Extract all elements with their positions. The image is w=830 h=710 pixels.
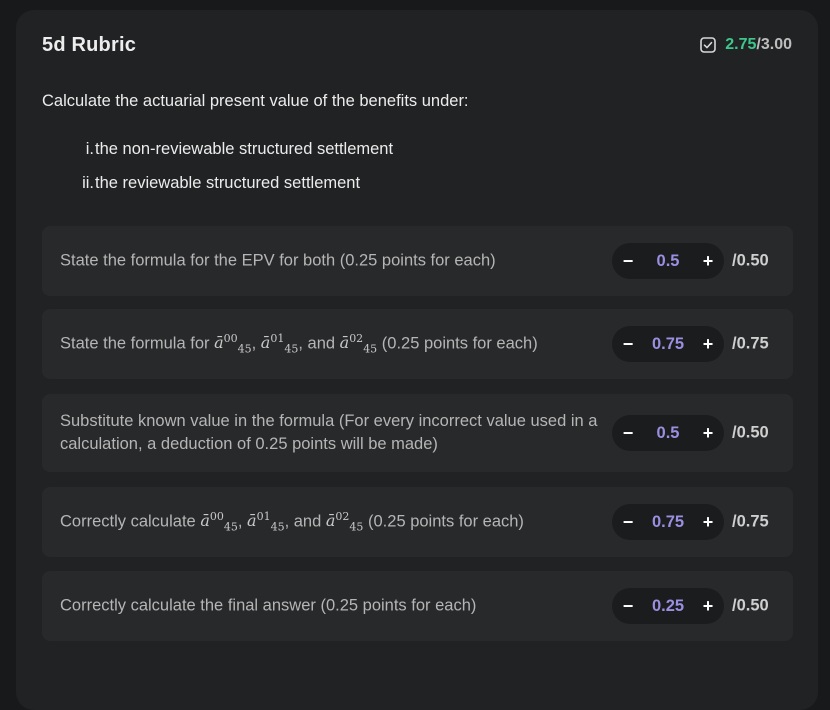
math-symbol: ā [247, 511, 257, 531]
math-superscript: 01 [270, 332, 285, 346]
math-superscript: 02 [335, 510, 350, 524]
rubric-card: 5d Rubric 2.75/3.00 Calculate the actuar… [16, 10, 818, 710]
question-prompt: Calculate the actuarial present value of… [42, 92, 469, 110]
math-subscript: 45 [223, 520, 238, 534]
math-superscript: 00 [209, 510, 224, 524]
score-stepper: − 0.75 + [612, 504, 724, 540]
criterion-score-value: 0.75 [651, 334, 685, 353]
math-a02: ā0245 [325, 510, 364, 534]
math-subscript: 45 [349, 520, 364, 534]
criterion-max: /0.75 [732, 334, 769, 353]
criterion-text: Correctly calculate the final answer (0.… [60, 596, 477, 615]
criterion-text-part: , and [284, 512, 326, 531]
list-item-number: ii. [82, 174, 94, 192]
math-a00: ā0045 [200, 510, 238, 534]
math-symbol: ā [339, 333, 350, 353]
criterion-text-part: , [251, 334, 261, 353]
criterion-score-value: 0.5 [656, 423, 680, 442]
math-symbol: ā [214, 333, 224, 353]
increment-button[interactable]: + [692, 415, 724, 451]
rubric-score: 2.75/3.00 [700, 36, 792, 54]
criterion-score-value: 0.75 [651, 512, 685, 531]
criterion-score-value: 0.5 [656, 251, 680, 270]
score-value: 2.75 [725, 36, 757, 53]
score-stepper: − 0.25 + [612, 588, 724, 624]
score-stepper: − 0.5 + [612, 415, 724, 451]
criterion-score-value: 0.25 [651, 596, 685, 615]
score-stepper: − 0.5 + [612, 243, 724, 279]
increment-button[interactable]: + [692, 243, 724, 279]
math-a01: ā0145 [260, 332, 299, 356]
rubric-header: 5d Rubric 2.75/3.00 [42, 34, 792, 60]
criterion-row: Correctly calculate ā0045, ā0145, and ā0… [42, 487, 793, 557]
math-superscript: 02 [349, 332, 364, 346]
criterion-text-part: Correctly calculate [60, 512, 201, 531]
decrement-button[interactable]: − [612, 243, 644, 279]
criterion-max: /0.50 [732, 423, 769, 442]
math-superscript: 01 [256, 510, 271, 524]
increment-button[interactable]: + [692, 588, 724, 624]
math-a01: ā0145 [247, 510, 285, 534]
math-subscript: 45 [237, 342, 252, 356]
criterion-text: State the formula for ā0045, ā0145, and … [60, 327, 608, 361]
decrement-button[interactable]: − [612, 326, 644, 362]
score-max: 3.00 [760, 36, 792, 53]
decrement-button[interactable]: − [612, 588, 644, 624]
criterion-row: Correctly calculate the final answer (0.… [42, 571, 793, 641]
criterion-max: /0.50 [732, 596, 769, 615]
list-item-text: the reviewable structured settlement [95, 174, 361, 192]
math-a00: ā0045 [214, 332, 252, 356]
criterion-text: Substitute known value in the formula (F… [60, 412, 598, 453]
math-subscript: 45 [284, 342, 299, 356]
criterion-max: /0.50 [732, 251, 769, 270]
criterion-text: Correctly calculate ā0045, ā0145, and ā0… [60, 505, 608, 539]
criterion-text: State the formula for the EPV for both (… [60, 251, 496, 270]
criterion-row: State the formula for the EPV for both (… [42, 226, 793, 296]
rubric-title: 5d Rubric [42, 34, 137, 56]
math-subscript: 45 [270, 520, 285, 534]
math-symbol: ā [200, 511, 210, 531]
criterion-row: State the formula for ā0045, ā0145, and … [42, 309, 793, 379]
decrement-button[interactable]: − [612, 415, 644, 451]
math-symbol: ā [260, 333, 271, 353]
criterion-text-part: , [237, 512, 248, 531]
increment-button[interactable]: + [692, 326, 724, 362]
checkbox-icon [700, 37, 717, 53]
list-item-number: i. [85, 140, 94, 158]
criterion-text-part: , and [298, 334, 340, 353]
math-symbol: ā [325, 511, 336, 531]
criterion-text-part: (0.25 points for each) [377, 334, 538, 353]
criterion-text-part: (0.25 points for each) [363, 512, 524, 531]
score-stepper: − 0.75 + [612, 326, 724, 362]
math-superscript: 00 [223, 332, 238, 346]
increment-button[interactable]: + [692, 504, 724, 540]
criterion-max: /0.75 [732, 512, 769, 531]
decrement-button[interactable]: − [612, 504, 644, 540]
math-a02: ā0245 [339, 332, 378, 356]
math-subscript: 45 [363, 342, 378, 356]
criterion-text-part: State the formula for [60, 334, 215, 353]
list-item-text: the non-reviewable structured settlement [95, 140, 394, 158]
criterion-row: Substitute known value in the formula (F… [42, 394, 793, 472]
